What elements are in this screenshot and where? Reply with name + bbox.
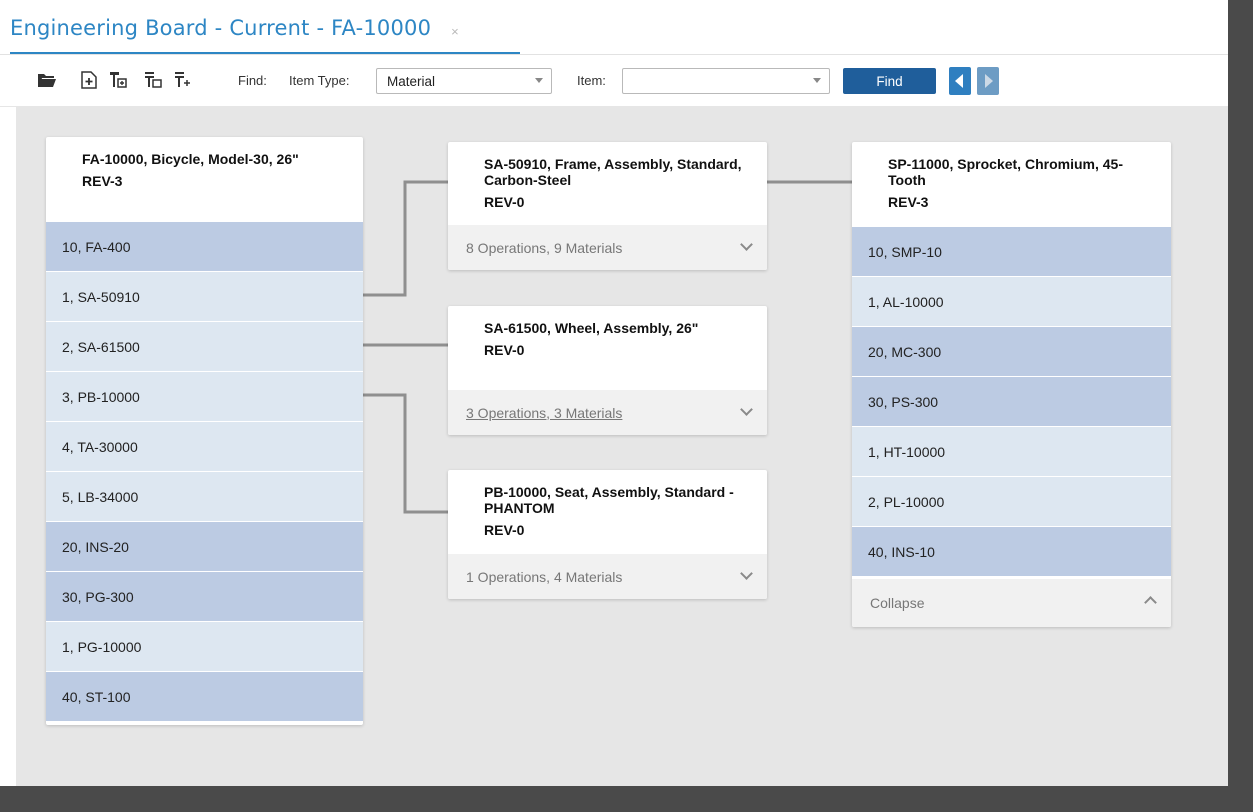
wheel-assembly-title: SA-61500, Wheel, Assembly, 26" [484,320,699,336]
frame-assembly-summary[interactable]: 8 Operations, 9 Materials [448,225,767,270]
seat-assembly-title: PB-10000, Seat, Assembly, Standard - PHA… [484,484,734,516]
component-row[interactable]: 40, ST-100 [46,671,363,721]
component-row[interactable]: 2, SA-61500 [46,321,363,371]
tab-divider [0,54,1228,55]
wheel-assembly-summary[interactable]: 3 Operations, 3 Materials [448,390,767,435]
frame-assembly-summary-text: 8 Operations, 9 Materials [466,239,623,256]
sprocket-component-list: 10, SMP-10 1, AL-10000 20, MC-300 30, PS-30… [852,226,1171,576]
component-row[interactable]: 1, SA-50910 [46,271,363,321]
frame-assembly-title: SA-50910, Frame, Assembly, Standard, Car… [484,156,742,188]
item-type-value: Material [387,74,436,89]
next-result-button[interactable] [977,67,999,95]
wheel-assembly-card[interactable]: SA-61500, Wheel, Assembly, 26" REV-0 3 O… [448,306,767,435]
add-item-icon[interactable] [78,69,100,91]
component-row[interactable]: 1, AL-10000 [852,276,1171,326]
tab-engineering-board[interactable]: Engineering Board - Current - FA-10000 × [10,16,459,52]
item-type-label: Item Type: [289,73,350,88]
collapse-label: Collapse [870,595,925,611]
window-edge-bottom [0,786,1253,812]
collapse-button[interactable]: Collapse [852,579,1171,627]
tab-bar: Engineering Board - Current - FA-10000 × [0,0,1228,56]
component-row[interactable]: 1, PG-10000 [46,621,363,671]
item-type-select[interactable]: Material [376,68,552,94]
tree-add-icon[interactable] [108,69,130,91]
chevron-down-icon[interactable] [740,403,753,416]
sprocket-title: SP-11000, Sprocket, Chromium, 45-Tooth [888,156,1123,188]
window-edge-right [1228,0,1253,812]
component-row[interactable]: 30, PS-300 [852,376,1171,426]
component-row[interactable]: 10, FA-400 [46,221,363,271]
seat-assembly-summary-text: 1 Operations, 4 Materials [466,568,623,585]
open-folder-icon[interactable] [36,69,58,91]
sprocket-card[interactable]: SP-11000, Sprocket, Chromium, 45-Tooth R… [852,142,1171,627]
parent-item-title: FA-10000, Bicycle, Model-30, 26" [82,151,299,167]
parent-item-card[interactable]: FA-10000, Bicycle, Model-30, 26" REV-3 1… [46,137,363,725]
tab-title[interactable]: Engineering Board - Current - FA-10000 [10,16,431,40]
component-row[interactable]: 30, PG-300 [46,571,363,621]
component-row[interactable]: 5, LB-34000 [46,471,363,521]
find-label: Find: [238,73,267,88]
tree-edit-icon[interactable] [143,69,165,91]
parent-component-list: 10, FA-400 1, SA-50910 2, SA-61500 3, PB-10… [46,221,363,721]
component-row[interactable]: 2, PL-10000 [852,476,1171,526]
frame-assembly-card[interactable]: SA-50910, Frame, Assembly, Standard, Car… [448,142,767,270]
chevron-down-icon [813,78,821,83]
sprocket-revision: REV-3 [888,194,929,210]
chevron-down-icon [535,78,543,83]
component-row[interactable]: 1, HT-10000 [852,426,1171,476]
chevron-down-icon[interactable] [740,238,753,251]
seat-assembly-card[interactable]: PB-10000, Seat, Assembly, Standard - PHA… [448,470,767,599]
item-select[interactable] [622,68,830,94]
wheel-assembly-summary-link[interactable]: 3 Operations, 3 Materials [466,405,622,421]
seat-assembly-revision: REV-0 [484,522,525,538]
frame-assembly-revision: REV-0 [484,194,525,210]
component-row[interactable]: 40, INS-10 [852,526,1171,576]
component-row[interactable]: 4, TA-30000 [46,421,363,471]
tab-close-icon[interactable]: × [451,24,459,39]
find-button[interactable]: Find [843,68,936,94]
component-row[interactable]: 20, MC-300 [852,326,1171,376]
item-label: Item: [577,73,606,88]
component-row[interactable]: 10, SMP-10 [852,226,1171,276]
seat-assembly-summary[interactable]: 1 Operations, 4 Materials [448,554,767,599]
toolbar: Find: Item Type: Material Item: Find [0,56,1228,107]
component-row[interactable]: 3, PB-10000 [46,371,363,421]
chevron-up-icon[interactable] [1144,596,1157,609]
tree-expand-icon[interactable] [173,69,195,91]
component-row[interactable]: 20, INS-20 [46,521,363,571]
wheel-assembly-revision: REV-0 [484,342,525,358]
previous-result-button[interactable] [949,67,971,95]
chevron-down-icon[interactable] [740,567,753,580]
parent-item-revision: REV-3 [82,173,123,189]
